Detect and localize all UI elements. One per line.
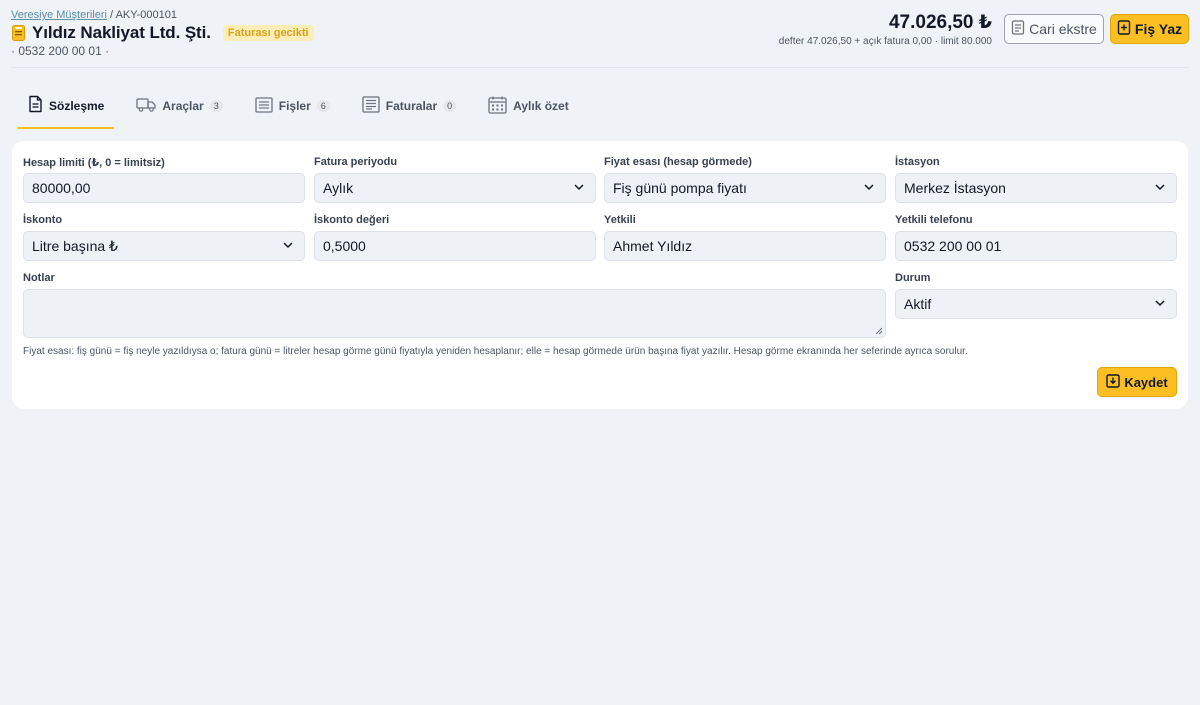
header-divider xyxy=(11,67,1189,68)
tab-monthly-summary-label: Aylık özet xyxy=(513,99,569,113)
invoice-icon xyxy=(362,96,380,116)
price-basis-help-text: Fiyat esası: fiş günü = fiş neyle yazıld… xyxy=(23,346,968,357)
tab-receipts[interactable]: Fişler 6 xyxy=(245,84,340,128)
document-icon xyxy=(28,95,43,116)
tab-vehicles-label: Araçlar xyxy=(162,99,204,113)
tab-invoices-count: 0 xyxy=(443,100,457,112)
contact-phone-label: Yetkili telefonu xyxy=(895,214,973,226)
breadcrumb-link-customers[interactable]: Veresiye Müşterileri xyxy=(11,9,107,21)
balance-detail: defter 47.026,50 + açık fatura 0,00 · li… xyxy=(778,36,992,47)
discount-value-input[interactable]: 0,5000 xyxy=(314,231,596,261)
tab-vehicles-count: 3 xyxy=(209,100,223,112)
tab-bar: Sözleşme Araçlar 3 Fişler 6 Faturalar 0 … xyxy=(18,84,591,129)
price-basis-value: Fiş günü pompa fiyatı xyxy=(613,180,747,196)
save-button[interactable]: Kaydet xyxy=(1097,367,1177,397)
status-label: Durum xyxy=(895,272,931,284)
statement-button-label: Cari ekstre xyxy=(1029,21,1097,37)
status-value: Aktif xyxy=(904,296,932,312)
contact-label: Yetkili xyxy=(604,214,636,226)
chevron-down-icon xyxy=(1154,180,1166,196)
discount-select[interactable]: Litre başına ₺ xyxy=(23,231,305,261)
chevron-down-icon xyxy=(863,180,875,196)
tab-contract-label: Sözleşme xyxy=(49,98,105,113)
new-receipt-button[interactable]: Fiş Yaz xyxy=(1110,14,1189,44)
page-header: Veresiye Müşterileri / AKY-000101 Yıldız… xyxy=(0,0,1200,66)
contact-input[interactable]: Ahmet Yıldız xyxy=(604,231,886,261)
resize-handle-icon[interactable] xyxy=(875,327,883,335)
station-label: İstasyon xyxy=(895,156,940,168)
customer-phone: · 0532 200 00 01 · xyxy=(11,44,110,58)
status-badge: Faturası gecikti xyxy=(222,25,314,41)
invoice-period-value: Aylık xyxy=(323,180,354,196)
title-row: Yıldız Nakliyat Ltd. Şti. Faturası gecik… xyxy=(11,23,314,43)
tab-contract[interactable]: Sözleşme xyxy=(18,84,115,129)
discount-label: İskonto xyxy=(23,214,63,226)
station-select[interactable]: Merkez İstasyon xyxy=(895,173,1177,203)
tab-vehicles[interactable]: Araçlar 3 xyxy=(126,84,232,128)
tab-receipts-count: 6 xyxy=(316,100,330,112)
price-basis-select[interactable]: Fiş günü pompa fiyatı xyxy=(604,173,886,203)
notes-textarea[interactable] xyxy=(23,289,886,338)
chevron-down-icon xyxy=(1154,296,1166,312)
tab-receipts-label: Fişler xyxy=(278,99,311,113)
truck-icon xyxy=(136,97,157,115)
balance-summary: 47.026,50 ₺ defter 47.026,50 + açık fatu… xyxy=(779,11,992,47)
breadcrumb-code: AKY-000101 xyxy=(115,9,177,21)
chevron-down-icon xyxy=(282,238,294,254)
receipt-icon xyxy=(255,96,273,116)
breadcrumb-separator: / xyxy=(110,9,114,21)
status-select[interactable]: Aktif xyxy=(895,289,1177,319)
discount-value: Litre başına ₺ xyxy=(32,237,118,254)
save-icon xyxy=(1106,373,1121,391)
statement-icon xyxy=(1011,20,1025,38)
tab-invoices-label: Faturalar xyxy=(385,99,438,113)
new-receipt-button-label: Fiş Yaz xyxy=(1134,21,1183,37)
statement-button[interactable]: Cari ekstre xyxy=(1004,14,1104,44)
station-value: Merkez İstasyon xyxy=(904,180,1006,196)
save-button-label: Kaydet xyxy=(1124,374,1168,390)
page-title: Yıldız Nakliyat Ltd. Şti. xyxy=(32,23,211,42)
invoice-period-label: Fatura periyodu xyxy=(314,156,398,168)
chevron-down-icon xyxy=(573,180,585,196)
contact-phone-input[interactable]: 0532 200 00 01 xyxy=(895,231,1177,261)
discount-value-label: İskonto değeri xyxy=(314,214,390,226)
invoice-period-select[interactable]: Aylık xyxy=(314,173,596,203)
tab-monthly-summary[interactable]: Aylık özet xyxy=(478,84,579,128)
price-basis-label: Fiyat esası (hesap görmede) xyxy=(604,156,752,168)
notes-label: Notlar xyxy=(23,272,55,284)
balance-amount: 47.026,50 ₺ xyxy=(888,12,992,33)
customer-card-icon xyxy=(11,25,26,42)
calendar-icon xyxy=(488,96,507,117)
add-document-icon xyxy=(1117,20,1131,38)
tab-invoices[interactable]: Faturalar 0 xyxy=(352,84,466,128)
contract-form-card: Hesap limiti (₺, 0 = limitsiz) 80000,00 … xyxy=(12,141,1188,409)
credit-limit-input[interactable]: 80000,00 xyxy=(23,173,305,203)
breadcrumb: Veresiye Müşterileri / AKY-000101 xyxy=(11,9,177,21)
credit-limit-label: Hesap limiti (₺, 0 = limitsiz) xyxy=(23,157,165,169)
